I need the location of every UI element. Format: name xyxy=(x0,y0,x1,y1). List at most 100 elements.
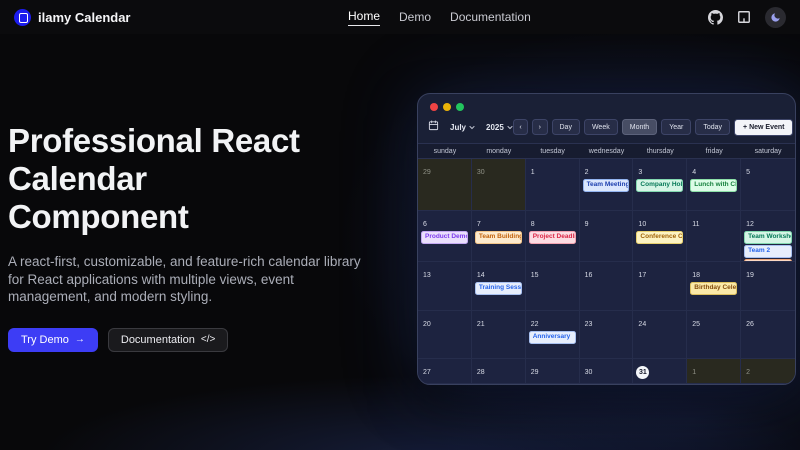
toolbar-date-controls: July 2025 xyxy=(428,118,513,136)
documentation-label: Documentation xyxy=(121,334,195,346)
event-pill[interactable]: Anniversary xyxy=(529,331,576,344)
brand[interactable]: ilamy Calendar xyxy=(14,9,131,26)
date-number: 30 xyxy=(477,169,485,176)
calendar-day-cell[interactable]: 30 xyxy=(472,159,526,211)
date-number: 30 xyxy=(585,369,593,376)
minimize-window-icon[interactable] xyxy=(443,103,451,111)
calendar-day-cell[interactable]: 10 Conference Call xyxy=(633,211,687,262)
prev-button[interactable]: ‹ xyxy=(513,119,528,135)
calendar-preview-window: July 2025 ‹ › DayWeekMonthYear Today + N… xyxy=(417,93,796,385)
top-navbar: ilamy Calendar Home Demo Documentation xyxy=(0,0,800,34)
calendar-day-cell[interactable]: 21 xyxy=(472,311,526,359)
calendar-toolbar: July 2025 ‹ › DayWeekMonthYear Today + N… xyxy=(418,114,795,143)
event-pill[interactable]: Team Meeting xyxy=(583,179,630,192)
date-number: 3 xyxy=(638,169,642,176)
calendar-day-cell[interactable]: 29 xyxy=(526,359,580,384)
new-event-button[interactable]: + New Event xyxy=(734,119,793,136)
ilamy-logo-icon xyxy=(14,9,31,26)
event-pill[interactable]: Team Workshop xyxy=(744,231,792,244)
calendar-day-cell[interactable]: 4 Lunch with Client xyxy=(687,159,741,211)
calendar-day-cell[interactable]: 17 xyxy=(633,262,687,311)
brand-name: ilamy Calendar xyxy=(38,10,131,25)
calendar-day-cell[interactable]: 13 xyxy=(418,262,472,311)
calendar-day-cell[interactable]: 23 xyxy=(580,311,634,359)
calendar-day-cell[interactable]: 9 xyxy=(580,211,634,262)
calendar-day-cell[interactable]: 14Training Session xyxy=(472,262,526,311)
calendar-day-cell[interactable]: 28 xyxy=(472,359,526,384)
event-pill[interactable]: Team Building xyxy=(475,231,522,244)
calendar-day-cell[interactable]: 12Team WorkshopTeam 2Client Feedback Ses… xyxy=(741,211,795,262)
month-dropdown[interactable]: July xyxy=(450,123,475,132)
code-icon: </> xyxy=(201,334,215,345)
calendar-icon xyxy=(428,118,439,136)
weekday-label: thursday xyxy=(633,144,687,158)
calendar-day-cell[interactable]: 16 xyxy=(580,262,634,311)
calendar-day-cell[interactable]: 5 xyxy=(741,159,795,211)
calendar-day-cell[interactable]: 27 xyxy=(418,359,472,384)
date-number: 24 xyxy=(638,321,646,328)
title-line: Calendar xyxy=(8,160,408,198)
calendar-day-cell[interactable]: 18Birthday Celebration xyxy=(687,262,741,311)
toolbar-view-controls: ‹ › DayWeekMonthYear Today + New Event xyxy=(513,119,794,136)
calendar-day-cell[interactable]: 29 xyxy=(418,159,472,211)
event-pill[interactable]: Company Holiday xyxy=(636,179,683,192)
event-pill[interactable]: Lunch with Client xyxy=(690,179,737,192)
calendar-day-cell[interactable]: 1 xyxy=(687,359,741,384)
calendar-day-cell[interactable]: 3 Company Holiday xyxy=(633,159,687,211)
date-number: 1 xyxy=(531,169,535,176)
calendar-day-cell[interactable]: 15 xyxy=(526,262,580,311)
calendar-day-cell[interactable]: 6 Product Demo xyxy=(418,211,472,262)
title-line: Professional React xyxy=(8,122,408,160)
nav-item-demo[interactable]: Demo xyxy=(399,10,431,24)
view-button-day[interactable]: Day xyxy=(552,119,580,135)
calendar-day-cell[interactable]: 7 Team Building xyxy=(472,211,526,262)
nav-item-home[interactable]: Home xyxy=(348,9,380,26)
date-number: 4 xyxy=(692,169,696,176)
date-number: 6 xyxy=(423,221,427,228)
calendar-day-cell[interactable]: 1 xyxy=(526,159,580,211)
title-line: Component xyxy=(8,198,408,236)
weekday-label: monday xyxy=(472,144,526,158)
date-number: 7 xyxy=(477,221,481,228)
event-pill[interactable]: Project Deadline xyxy=(529,231,576,244)
today-button[interactable]: Today xyxy=(695,119,730,135)
calendar-day-cell[interactable]: 8 Project Deadline xyxy=(526,211,580,262)
calendar-day-cell[interactable]: 25 xyxy=(687,311,741,359)
maximize-window-icon[interactable] xyxy=(456,103,464,111)
page-title: Professional React Calendar Component xyxy=(8,122,408,236)
calendar-day-cell[interactable]: 31 xyxy=(633,359,687,384)
npm-icon[interactable] xyxy=(736,9,752,25)
calendar-day-cell[interactable]: 20 xyxy=(418,311,472,359)
year-dropdown[interactable]: 2025 xyxy=(486,123,513,132)
try-demo-button[interactable]: Try Demo → xyxy=(8,328,98,352)
documentation-button[interactable]: Documentation </> xyxy=(108,328,228,352)
today-date-number: 31 xyxy=(636,366,649,379)
event-pill[interactable]: Birthday Celebration xyxy=(690,282,737,295)
calendar-day-cell[interactable]: 26 xyxy=(741,311,795,359)
date-number: 10 xyxy=(638,221,646,228)
view-button-week[interactable]: Week xyxy=(584,119,618,135)
calendar-day-cell[interactable]: 19 xyxy=(741,262,795,311)
event-pill[interactable]: Training Session xyxy=(475,282,522,295)
view-button-month[interactable]: Month xyxy=(622,119,657,135)
date-number: 8 xyxy=(531,221,535,228)
view-button-year[interactable]: Year xyxy=(661,119,691,135)
calendar-day-cell[interactable]: 2 xyxy=(741,359,795,384)
github-icon[interactable] xyxy=(707,9,723,25)
event-pill[interactable]: Product Demo xyxy=(421,231,468,244)
next-button[interactable]: › xyxy=(532,119,547,135)
calendar-day-cell[interactable]: 22Anniversary xyxy=(526,311,580,359)
calendar-day-cell[interactable]: 11 xyxy=(687,211,741,262)
date-number: 28 xyxy=(477,369,485,376)
view-switcher: DayWeekMonthYear xyxy=(552,119,692,135)
event-pill[interactable]: Conference Call xyxy=(636,231,683,244)
theme-toggle-button[interactable] xyxy=(765,7,786,28)
date-number: 15 xyxy=(531,272,539,279)
nav-item-documentation[interactable]: Documentation xyxy=(450,10,531,24)
close-window-icon[interactable] xyxy=(430,103,438,111)
month-dropdown-value: July xyxy=(450,123,466,132)
calendar-day-cell[interactable]: 24 xyxy=(633,311,687,359)
event-pill[interactable]: Team 2 xyxy=(744,245,792,258)
calendar-day-cell[interactable]: 2Team Meeting xyxy=(580,159,634,211)
calendar-day-cell[interactable]: 30 xyxy=(580,359,634,384)
